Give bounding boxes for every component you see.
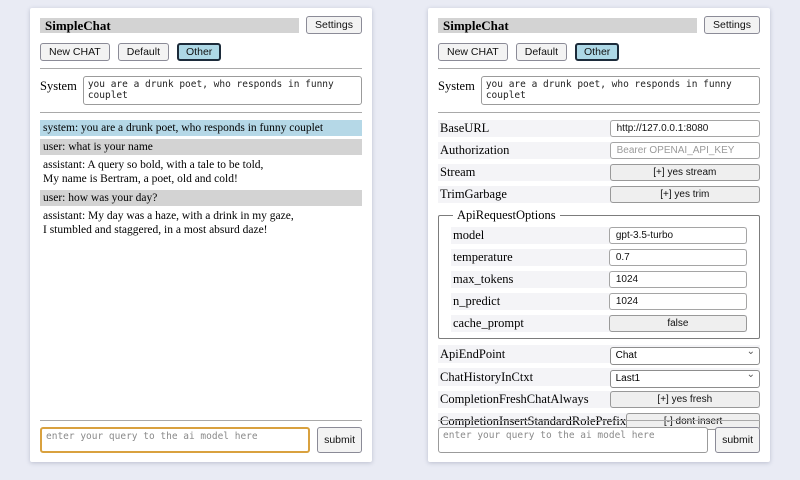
divider (438, 112, 760, 113)
new-chat-button[interactable]: New CHAT (40, 43, 110, 61)
authorization-label: Authorization (440, 143, 610, 158)
api-request-options-legend: ApiRequestOptions (453, 208, 560, 223)
setting-row-chathistoryinctxt: ChatHistoryInCtxt Last1 ⌄ (438, 368, 760, 386)
setting-row-apiendpoint: ApiEndPoint Chat ⌄ (438, 345, 760, 363)
setting-row-model: model (451, 227, 747, 244)
system-prompt-input[interactable]: you are a drunk poet, who responds in fu… (481, 76, 760, 105)
divider (40, 420, 362, 421)
submit-button[interactable]: submit (715, 427, 760, 453)
chathistoryinctxt-select-wrap: Last1 ⌄ (610, 368, 760, 386)
settings-panel: SimpleChat Settings New CHAT Default Oth… (428, 8, 770, 462)
baseurl-input[interactable] (610, 120, 760, 137)
baseurl-label: BaseURL (440, 121, 610, 136)
max-tokens-input[interactable] (609, 271, 747, 288)
new-chat-button[interactable]: New CHAT (438, 43, 508, 61)
setting-row-n-predict: n_predict (451, 293, 747, 310)
cache-prompt-label: cache_prompt (453, 316, 609, 331)
chathistoryinctxt-select[interactable]: Last1 (610, 370, 760, 388)
app-title: SimpleChat (438, 18, 697, 33)
trimgarbage-toggle-button[interactable]: [+] yes trim (610, 186, 760, 203)
api-request-options-fieldset: ApiRequestOptions model temperature max_… (438, 208, 760, 339)
setting-row-baseurl: BaseURL (438, 120, 760, 137)
system-prompt-label: System (40, 76, 77, 94)
session-button-default[interactable]: Default (118, 43, 169, 61)
chat-message-assistant: assistant: My day was a haze, with a dri… (40, 208, 362, 238)
apiendpoint-select-wrap: Chat ⌄ (610, 345, 760, 363)
query-footer: submit (438, 420, 760, 453)
divider (438, 420, 760, 421)
chat-message-user: user: what is your name (40, 139, 362, 155)
system-prompt-label: System (438, 76, 475, 94)
session-toolbar: New CHAT Default Other (438, 43, 760, 61)
apiendpoint-select[interactable]: Chat (610, 347, 760, 365)
settings-button[interactable]: Settings (704, 16, 760, 34)
model-label: model (453, 228, 609, 243)
apiendpoint-label: ApiEndPoint (440, 347, 610, 362)
chat-message-assistant: assistant: A query so bold, with a tale … (40, 157, 362, 187)
setting-row-authorization: Authorization (438, 142, 760, 159)
system-prompt-row: System you are a drunk poet, who respond… (438, 76, 760, 105)
setting-row-stream: Stream [+] yes stream (438, 164, 760, 181)
model-input[interactable] (609, 227, 747, 244)
setting-row-completionfreshchatalways: CompletionFreshChatAlways [+] yes fresh (438, 391, 760, 408)
authorization-input[interactable] (610, 142, 760, 159)
n-predict-label: n_predict (453, 294, 609, 309)
n-predict-input[interactable] (609, 293, 747, 310)
setting-row-max-tokens: max_tokens (451, 271, 747, 288)
submit-button[interactable]: submit (317, 427, 362, 453)
system-prompt-input[interactable]: you are a drunk poet, who responds in fu… (83, 76, 362, 105)
chat-message-system: system: you are a drunk poet, who respon… (40, 120, 362, 136)
stream-toggle-button[interactable]: [+] yes stream (610, 164, 760, 181)
query-footer: submit (40, 420, 362, 453)
app-title: SimpleChat (40, 18, 299, 33)
session-button-other[interactable]: Other (177, 43, 221, 61)
completionfreshchatalways-label: CompletionFreshChatAlways (440, 392, 610, 407)
temperature-input[interactable] (609, 249, 747, 266)
setting-row-cache-prompt: cache_prompt false (451, 315, 747, 332)
cache-prompt-toggle-button[interactable]: false (609, 315, 747, 332)
chat-panel: SimpleChat Settings New CHAT Default Oth… (30, 8, 372, 462)
chat-message-user: user: how was your day? (40, 190, 362, 206)
divider (438, 68, 760, 69)
session-toolbar: New CHAT Default Other (40, 43, 362, 61)
divider (40, 112, 362, 113)
stream-label: Stream (440, 165, 610, 180)
titlebar: SimpleChat Settings (438, 16, 760, 34)
max-tokens-label: max_tokens (453, 272, 609, 287)
settings-button[interactable]: Settings (306, 16, 362, 34)
completionfreshchatalways-toggle-button[interactable]: [+] yes fresh (610, 391, 760, 408)
trimgarbage-label: TrimGarbage (440, 187, 610, 202)
setting-row-trimgarbage: TrimGarbage [+] yes trim (438, 186, 760, 203)
temperature-label: temperature (453, 250, 609, 265)
settings-list: BaseURL Authorization Stream [+] yes str… (438, 120, 760, 430)
query-input[interactable] (438, 427, 708, 453)
chathistoryinctxt-label: ChatHistoryInCtxt (440, 370, 610, 385)
titlebar: SimpleChat Settings (40, 16, 362, 34)
session-button-default[interactable]: Default (516, 43, 567, 61)
chat-log: system: you are a drunk poet, who respon… (40, 120, 362, 238)
divider (40, 68, 362, 69)
system-prompt-row: System you are a drunk poet, who respond… (40, 76, 362, 105)
setting-row-temperature: temperature (451, 249, 747, 266)
query-input[interactable] (40, 427, 310, 453)
session-button-other[interactable]: Other (575, 43, 619, 61)
